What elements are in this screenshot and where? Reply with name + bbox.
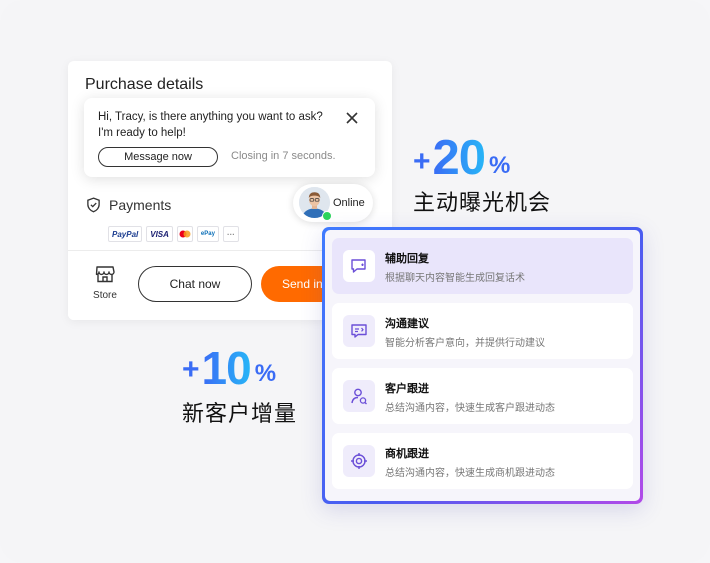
feature-description: 智能分析客户意向，并提供行动建议 xyxy=(385,338,545,349)
stat-new-customers: + 10 % xyxy=(182,345,276,391)
user-follow-icon xyxy=(343,380,375,412)
chat-now-button[interactable]: Chat now xyxy=(138,266,252,302)
store-icon xyxy=(95,266,115,283)
feature-description: 总结沟通内容，快速生成商机跟进动态 xyxy=(385,468,555,479)
stat-new-customers-label: 新客户增量 xyxy=(182,401,298,426)
feature-opportunity-followup[interactable]: 商机跟进 总结沟通内容，快速生成商机跟进动态 xyxy=(332,433,633,489)
stat-new-customers-plus: + xyxy=(182,353,200,386)
chat-prompt-line1: Hi, Tracy, is there anything you want to… xyxy=(98,111,323,123)
stat-exposure: + 20 % xyxy=(413,131,510,183)
stat-exposure-unit: % xyxy=(489,152,511,179)
online-status-dot xyxy=(322,211,332,221)
purchase-title: Purchase details xyxy=(85,76,204,93)
stat-new-customers-value: 10 xyxy=(201,342,252,394)
agent-status-pill[interactable]: Online xyxy=(293,184,373,222)
feature-description: 根据聊天内容智能生成回复话术 xyxy=(385,273,525,284)
feature-customer-followup[interactable]: 客户跟进 总结沟通内容，快速生成客户跟进动态 xyxy=(332,368,633,424)
close-icon[interactable] xyxy=(344,110,360,126)
paypal-logo: PayPal xyxy=(108,226,143,242)
stat-exposure-label: 主动曝光机会 xyxy=(413,190,552,215)
chat-prompt-text: Hi, Tracy, is there anything you want to… xyxy=(98,109,328,141)
mastercard-logo xyxy=(176,226,193,242)
stat-new-customers-unit: % xyxy=(254,360,277,387)
more-payments[interactable]: ··· xyxy=(222,226,239,242)
feature-title: 沟通建议 xyxy=(385,318,429,330)
payment-logos: PayPal VISA ePay ··· xyxy=(108,226,239,242)
ai-feature-list: 辅助回复 根据聊天内容智能生成回复话术 沟通建议 智能分析客户意向，并提供行动建… xyxy=(325,230,640,501)
feature-title: 商机跟进 xyxy=(385,448,429,460)
chat-prompt-popup: Hi, Tracy, is there anything you want to… xyxy=(84,98,375,177)
suggestion-icon xyxy=(343,315,375,347)
closing-countdown: Closing in 7 seconds. xyxy=(231,150,336,162)
feature-title: 辅助回复 xyxy=(385,253,429,265)
payments-row: Payments xyxy=(86,197,171,213)
online-status-label: Online xyxy=(333,197,365,209)
stat-exposure-plus: + xyxy=(413,145,431,178)
chat-reply-icon xyxy=(343,250,375,282)
shield-icon xyxy=(87,197,100,213)
epay-logo: ePay xyxy=(196,226,219,242)
stat-exposure-value: 20 xyxy=(432,131,487,185)
store-button[interactable]: Store xyxy=(92,265,118,301)
feature-title: 客户跟进 xyxy=(385,383,429,395)
chat-prompt-line2: I'm ready to help! xyxy=(98,127,186,139)
store-label: Store xyxy=(93,290,117,301)
feature-assisted-reply[interactable]: 辅助回复 根据聊天内容智能生成回复话术 xyxy=(332,238,633,294)
feature-communication-advice[interactable]: 沟通建议 智能分析客户意向，并提供行动建议 xyxy=(332,303,633,359)
payments-label: Payments xyxy=(109,197,172,213)
ai-feature-panel: 辅助回复 根据聊天内容智能生成回复话术 沟通建议 智能分析客户意向，并提供行动建… xyxy=(322,227,643,504)
target-icon xyxy=(343,445,375,477)
visa-logo: VISA xyxy=(146,226,173,242)
message-now-button[interactable]: Message now xyxy=(98,147,218,167)
feature-description: 总结沟通内容，快速生成客户跟进动态 xyxy=(385,403,555,414)
